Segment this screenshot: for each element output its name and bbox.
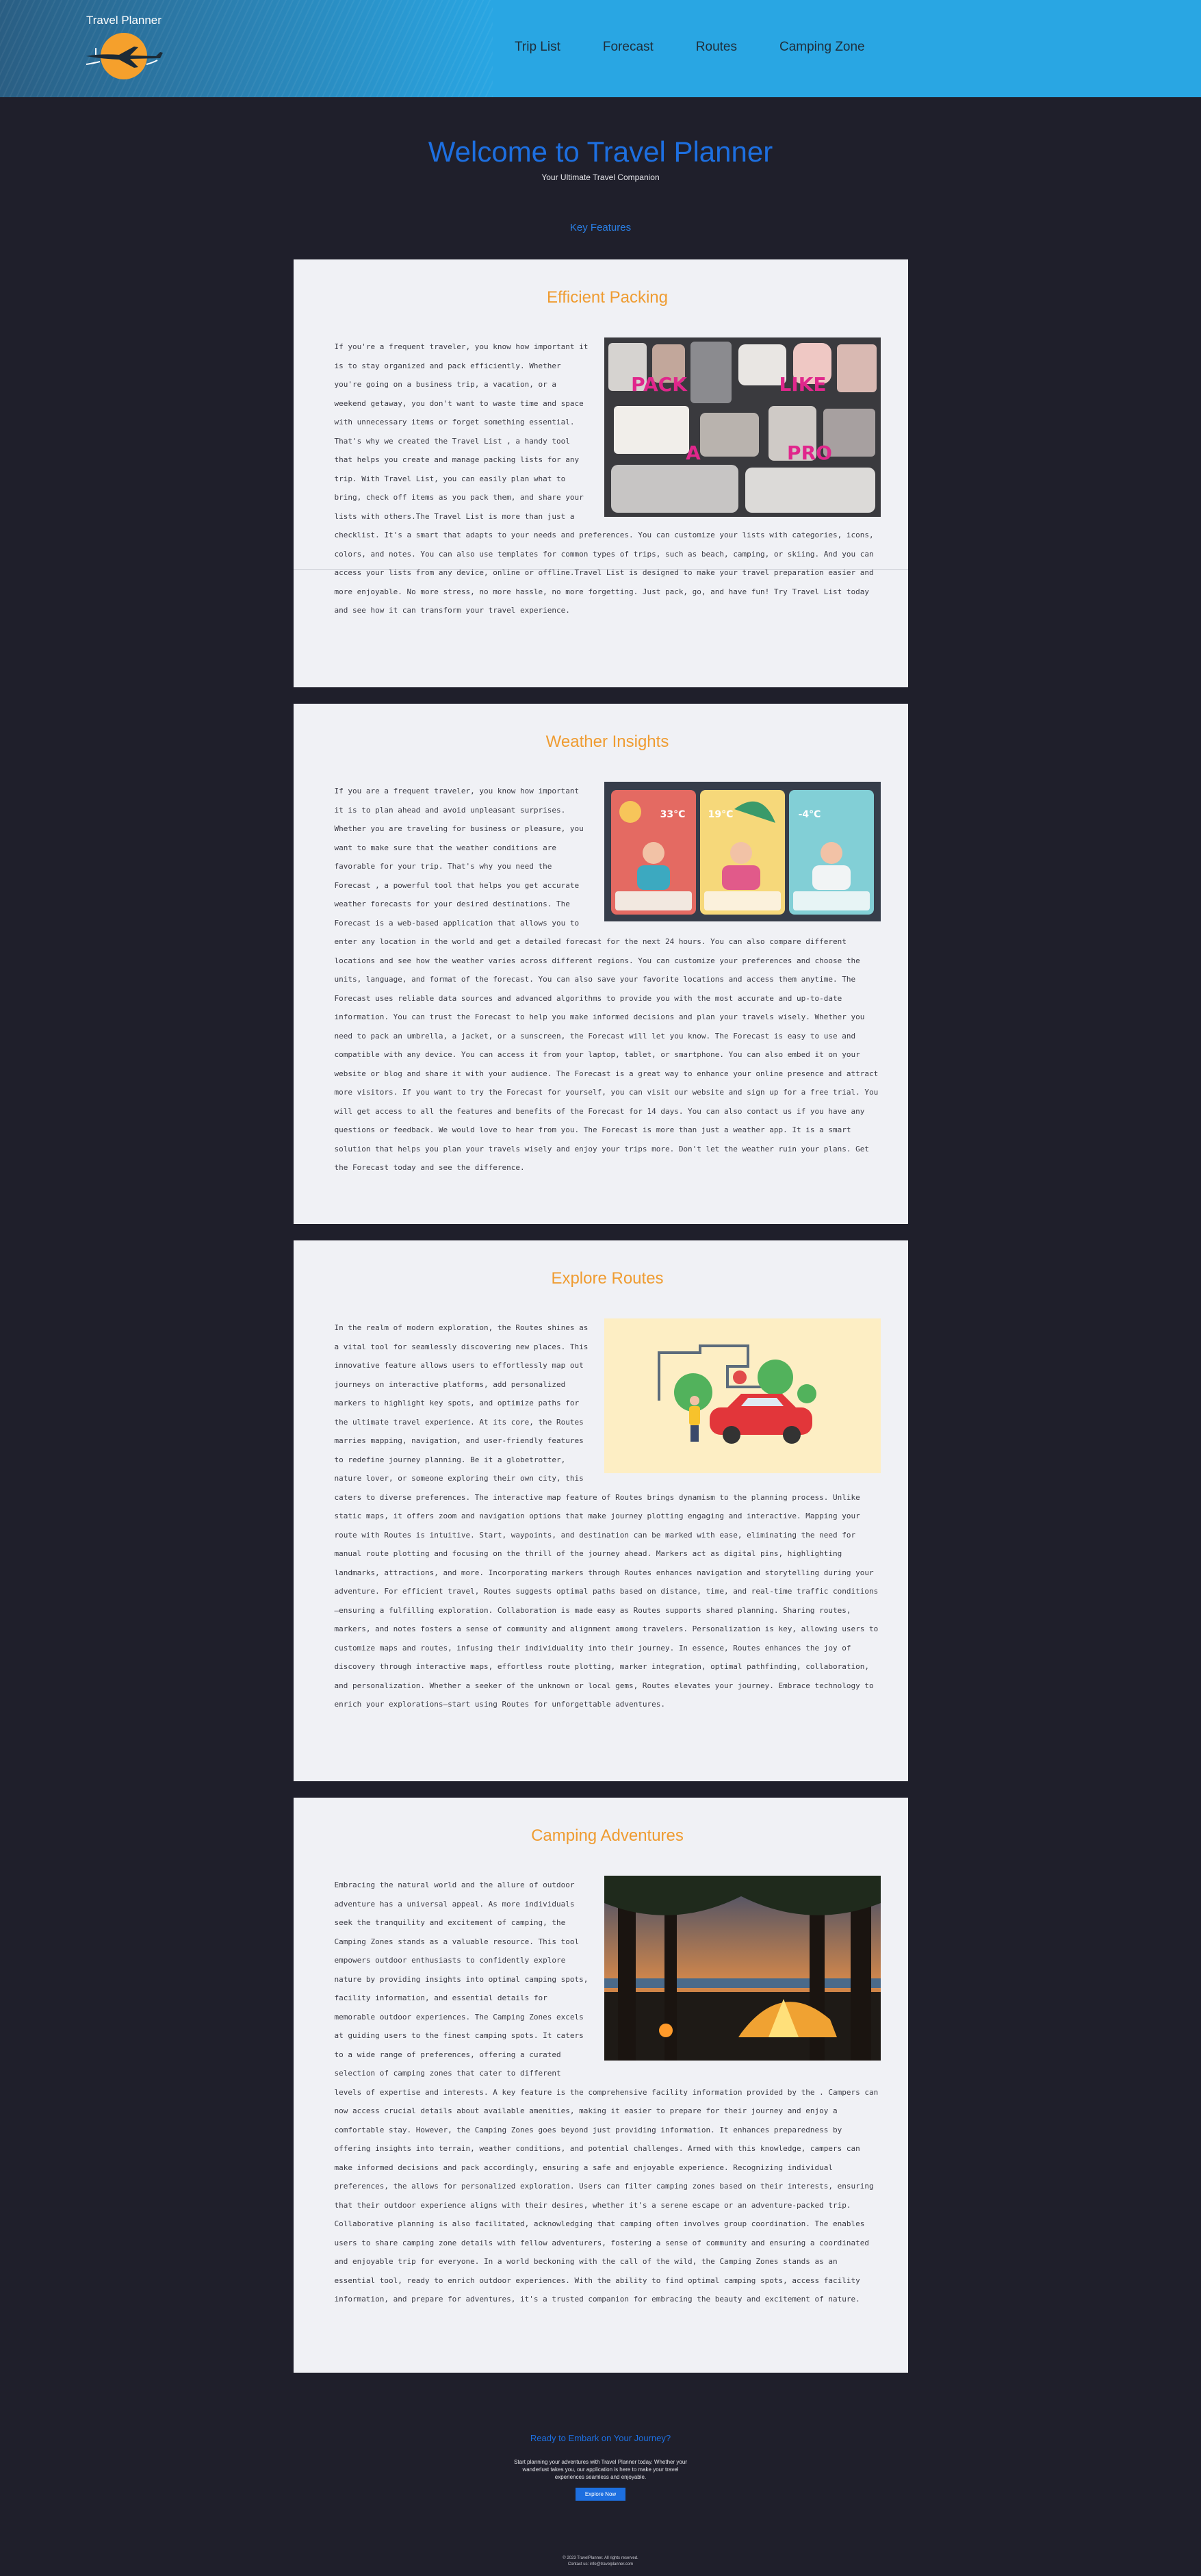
footer-contact[interactable]: Contact us: info@travelplanner.com	[0, 2562, 1201, 2568]
camping-image	[604, 1876, 881, 2061]
hero-subtitle: Your Ultimate Travel Companion	[541, 173, 660, 182]
card-text-block: Embracing the natural world and the allu…	[335, 1876, 881, 2309]
feature-card-packing: Efficient Packing PACK LIKE A PRO If you…	[293, 259, 908, 687]
footer-copyright: © 2023 TravelPlanner. All rights reserve…	[563, 2556, 638, 2560]
card-title: Weather Insights	[545, 732, 669, 751]
nav-forecast[interactable]: Forecast	[603, 40, 654, 55]
explore-now-button[interactable]: Explore Now	[575, 2488, 626, 2501]
image-text-a: A	[686, 442, 701, 464]
image-text-pro: PRO	[787, 442, 832, 464]
card-text-block: In the realm of modern exploration, the …	[335, 1318, 881, 1714]
camping-tent-sunset-icon	[604, 1876, 881, 2061]
card-divider	[293, 569, 908, 570]
routes-car-map-icon	[604, 1318, 881, 1473]
key-features-heading: Key Features	[569, 222, 632, 233]
feature-card-routes: Explore Routes In the realm of modern ex…	[293, 1240, 908, 1781]
weather-illustration-icon: 33°C 19°C -4°C	[604, 782, 881, 921]
airplane-sun-logo-icon[interactable]	[81, 26, 167, 88]
cta-text: Start planning your adventures with Trav…	[514, 2459, 687, 2480]
card-title: Explore Routes	[551, 1269, 664, 1288]
packing-image: PACK LIKE A PRO	[604, 337, 881, 517]
brand-name[interactable]: Travel Planner	[86, 14, 162, 27]
image-text-pack: PACK	[631, 373, 688, 396]
card-title: Efficient Packing	[547, 288, 668, 307]
temp-mild: 19°C	[708, 809, 733, 820]
card-text-block: PACK LIKE A PRO If you're a frequent tra…	[335, 337, 881, 620]
routes-image	[604, 1318, 881, 1473]
card-text-block: 33°C 19°C -4°C If you are a frequent tra…	[335, 782, 881, 1177]
nav-trip-list[interactable]: Trip List	[515, 40, 560, 55]
temp-hot: 33°C	[660, 809, 685, 820]
cta-title: Ready to Embark on Your Journey?	[530, 2433, 671, 2443]
temp-cold: -4°C	[798, 809, 821, 820]
image-text-like: LIKE	[779, 373, 826, 396]
main-nav: Trip List Forecast Routes Camping Zone	[515, 40, 907, 55]
feature-card-camping: Camping Adventures Embracing the natural…	[293, 1798, 908, 2373]
site-footer: © 2023 TravelPlanner. All rights reserve…	[0, 2555, 1201, 2568]
feature-card-weather: Weather Insights 33°C 19°C -4°C If you a…	[293, 704, 908, 1224]
packing-illustration-icon: PACK LIKE A PRO	[604, 337, 881, 517]
nav-routes[interactable]: Routes	[696, 40, 737, 55]
nav-camping-zone[interactable]: Camping Zone	[779, 40, 865, 55]
header-banner	[0, 0, 493, 97]
card-title: Camping Adventures	[531, 1826, 684, 1845]
site-header: Travel Planner Trip List Forecast Routes…	[0, 0, 1201, 97]
hero-title: Welcome to Travel Planner	[428, 136, 773, 168]
weather-image: 33°C 19°C -4°C	[604, 782, 881, 921]
hero-section: Welcome to Travel Planner Your Ultimate …	[0, 97, 1201, 182]
